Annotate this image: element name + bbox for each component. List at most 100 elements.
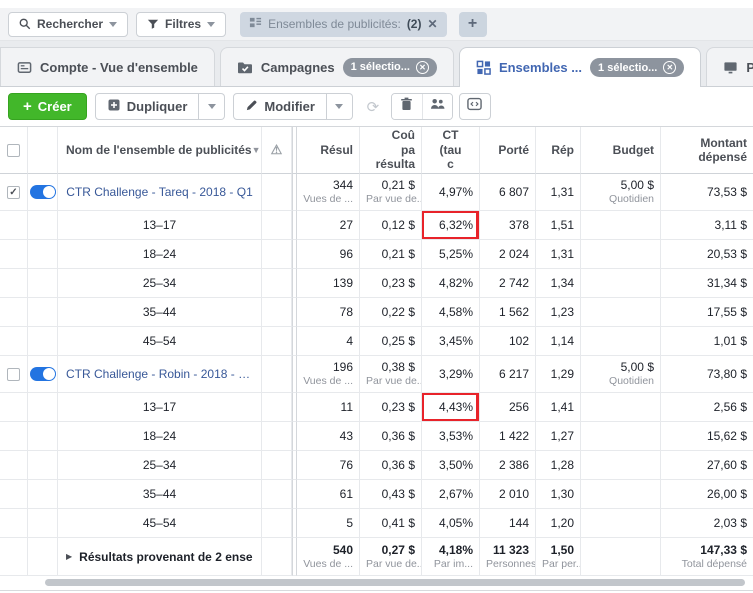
cell-sublabel: Quotidien <box>587 375 654 388</box>
edit-button[interactable]: Modifier <box>233 93 327 120</box>
cell-warn <box>262 269 292 298</box>
filters-button[interactable]: Filtres <box>136 12 226 37</box>
cell-value: 15,62 $ <box>667 429 747 444</box>
row-checkbox[interactable] <box>7 368 20 381</box>
cell-value: 17,55 $ <box>667 305 747 320</box>
select-all-checkbox[interactable] <box>7 144 20 157</box>
cell-value: 1,51 <box>542 218 574 233</box>
cell-results: 344Vues de ... <box>297 174 360 211</box>
cell-ctr: 3,53% <box>422 422 480 451</box>
cell-check: ✓ <box>0 174 28 211</box>
add-filter-button[interactable]: + <box>459 12 487 37</box>
duplicate-button[interactable]: Dupliquer <box>95 93 200 120</box>
row-checkbox[interactable]: ✓ <box>7 186 20 199</box>
adsets-filter-chip[interactable]: Ensembles de publicités: (2) ✕ <box>240 12 446 37</box>
cell-sublabel: Vues de ... <box>303 375 353 388</box>
cell-sublabel: Quotidien <box>587 193 654 206</box>
header-cell-budget[interactable]: Budget <box>581 127 661 174</box>
duplicate-dropdown[interactable] <box>199 93 225 120</box>
header-cell-frequency[interactable]: Rép <box>536 127 581 174</box>
header-cell-ctr[interactable]: CT (tau c <box>422 127 480 174</box>
cell-toggle <box>28 211 58 240</box>
expand-caret-icon[interactable]: ▶ <box>66 552 72 561</box>
cell-value: 540 <box>303 543 353 558</box>
header-cell-spent[interactable]: Montant dépensé <box>661 127 753 174</box>
cell-value: 1,31 <box>542 185 574 200</box>
table-row: 45–5450,41 $4,05%1441,202,03 $ <box>0 509 753 538</box>
cell-check <box>0 538 28 576</box>
cell-sublabel: Par vue de... <box>366 558 415 571</box>
tab-label: Ensembles ... <box>499 60 582 75</box>
cell-name: CTR Challenge - Tareq - 2018 - Q1 <box>58 174 262 211</box>
cell-warn <box>262 356 292 393</box>
tab-campaigns[interactable]: Campagnes 1 sélectio... ✕ <box>220 47 454 86</box>
header-cell-name[interactable]: Nom de l'ensemble de publicités ▼ <box>58 127 262 174</box>
chip-close-icon[interactable]: ✕ <box>427 17 437 31</box>
selection-badge: 1 sélectio... ✕ <box>343 58 437 77</box>
plus-icon: + <box>23 98 32 115</box>
adset-toggle[interactable] <box>30 367 56 381</box>
cell-name: 45–54 <box>58 509 262 538</box>
cell-value: 0,23 $ <box>366 276 415 291</box>
cell-name: 45–54 <box>58 327 262 356</box>
header-cell-results[interactable]: Résul <box>297 127 360 174</box>
cell-value: 0,25 $ <box>366 334 415 349</box>
cell-value: 139 <box>303 276 353 291</box>
cell-reach: 2 024 <box>480 240 536 269</box>
cell-value: 27 <box>303 218 353 233</box>
cell-value: 6 217 <box>486 367 529 382</box>
cell-toggle <box>28 327 58 356</box>
table-row: 35–44780,22 $4,58%1 5621,2317,55 $ <box>0 298 753 327</box>
cell-value: 1 562 <box>486 305 529 320</box>
cell-value: 4,18% <box>428 543 473 558</box>
cell-value: 1,50 <box>542 543 574 558</box>
cell-check <box>0 451 28 480</box>
cell-value: 1,30 <box>542 487 574 502</box>
badge-close-icon[interactable]: ✕ <box>416 61 429 74</box>
header-cell-cost[interactable]: Coû pa résulta <box>360 127 422 174</box>
adset-toggle[interactable] <box>30 185 56 199</box>
account-overview-icon <box>17 60 32 75</box>
sort-caret-icon[interactable]: ▼ <box>252 145 261 155</box>
cell-check <box>0 269 28 298</box>
preview-icon <box>467 97 482 116</box>
cell-sublabel: Vues de ... <box>303 193 353 206</box>
cell-budget <box>581 211 661 240</box>
caret-down-icon <box>207 22 215 27</box>
create-button[interactable]: + Créer <box>8 93 87 120</box>
cell-check <box>0 240 28 269</box>
cell-results: 11 <box>297 393 360 422</box>
preview-button[interactable] <box>459 93 491 120</box>
cell-toggle <box>28 509 58 538</box>
cell-cost: 0,12 $ <box>360 211 422 240</box>
cell-ctr: 4,97% <box>422 174 480 211</box>
adset-name-link[interactable]: CTR Challenge - Robin - 2018 - Q1 <box>66 367 253 381</box>
cell-ctr: 3,50% <box>422 451 480 480</box>
caret-down-icon <box>335 104 343 109</box>
cell-check <box>0 356 28 393</box>
badge-close-icon[interactable]: ✕ <box>663 61 676 74</box>
cell-value: 6,32% <box>428 218 473 233</box>
cell-warn <box>262 327 292 356</box>
cell-value: 5,00 $ <box>587 178 654 193</box>
delete-button[interactable] <box>392 94 422 119</box>
header-cell-reach[interactable]: Porté <box>480 127 536 174</box>
cell-value: 73,80 $ <box>667 367 747 382</box>
table-row: 45–5440,25 $3,45%1021,141,01 $ <box>0 327 753 356</box>
cell-warn <box>262 509 292 538</box>
tab-ads[interactable]: Publicité <box>706 47 753 86</box>
scrollbar-thumb[interactable] <box>45 579 745 586</box>
cell-value: 0,21 $ <box>366 178 415 193</box>
edit-dropdown[interactable] <box>327 93 353 120</box>
cell-ctr: 5,25% <box>422 240 480 269</box>
ab-test-button[interactable] <box>422 94 452 119</box>
tab-adsets[interactable]: Ensembles ... 1 sélectio... ✕ <box>459 47 701 87</box>
table-row: 25–34760,36 $3,50%2 3861,2827,60 $ <box>0 451 753 480</box>
cell-value: 1,29 <box>542 367 574 382</box>
cell-reach: 256 <box>480 393 536 422</box>
search-button[interactable]: Rechercher <box>8 12 128 37</box>
cell-cost: 0,25 $ <box>360 327 422 356</box>
tab-account-overview[interactable]: Compte - Vue d'ensemble <box>0 47 215 86</box>
cell-value: 256 <box>486 400 529 415</box>
adset-name-link[interactable]: CTR Challenge - Tareq - 2018 - Q1 <box>66 185 253 199</box>
